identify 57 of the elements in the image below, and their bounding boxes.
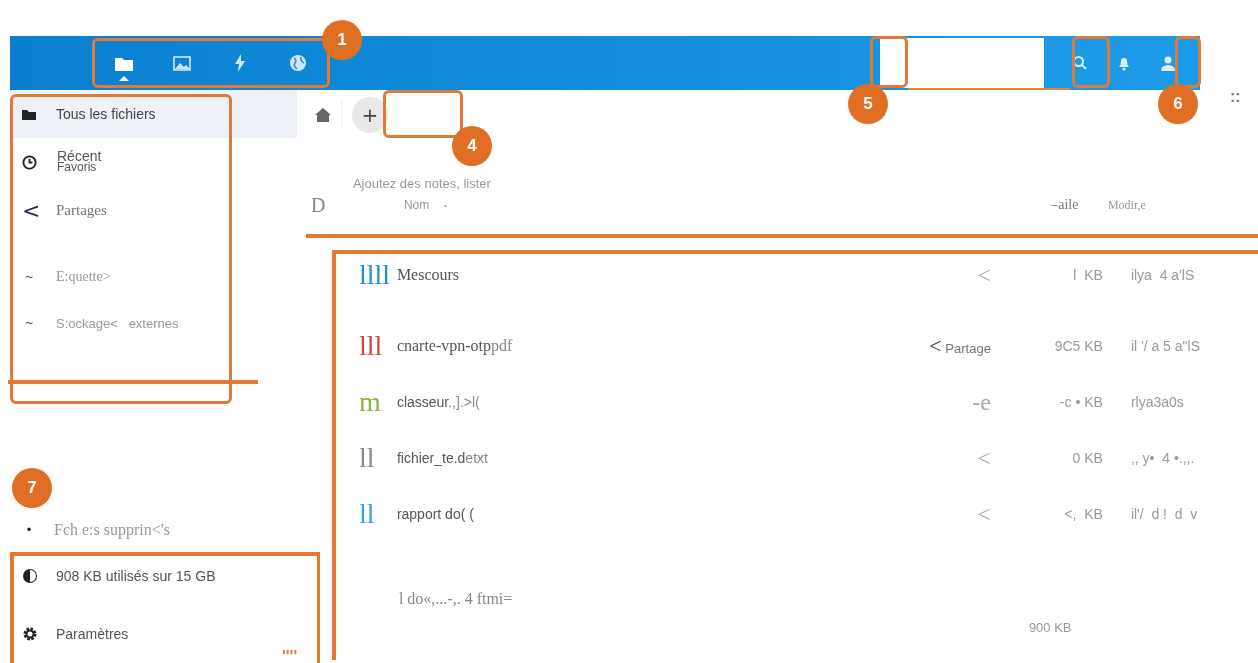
column-header[interactable]: –aile [1021, 197, 1108, 213]
sidebar-item[interactable]: • Fch e:s supprin<'s [10, 513, 170, 547]
file-size: l KB [1072, 267, 1103, 283]
sort-indicator: • [443, 200, 448, 210]
file-size: -c • KB [1058, 394, 1103, 410]
file-icon: lll [358, 331, 397, 361]
highlight-frame [1072, 36, 1110, 88]
notes-hint: Ajoutez des notes, lister [352, 176, 492, 193]
pie-icon [22, 568, 38, 584]
file-name[interactable]: classeur.,].>l( [396, 394, 817, 410]
home-icon[interactable] [314, 108, 331, 122]
file-icon: ll [358, 499, 397, 529]
sidebar-item[interactable]: Tous les fichiers [10, 90, 297, 138]
modified-date: rlya3a0s [1129, 394, 1184, 410]
user-icon[interactable] [1160, 55, 1176, 71]
summary-size: 900 KB [1028, 619, 1072, 635]
callout-badge: 5 [848, 84, 888, 124]
settings-icon [22, 626, 38, 642]
modified-date: il '/ a 5 a"lS [1129, 338, 1200, 354]
sidebar-item[interactable]: ~ E:quette> [10, 254, 297, 300]
file-icon: llll [358, 260, 397, 290]
callout-badge: 7 [12, 468, 52, 508]
search-icon[interactable] [1072, 55, 1088, 71]
sidebar-item[interactable]: ~ S:ockage< externes [10, 300, 297, 346]
lightning-icon [234, 54, 246, 72]
stray-marks: '''' [282, 648, 298, 663]
callout-badge: 1 [322, 20, 362, 60]
search-field[interactable] [880, 38, 1044, 88]
modified-date: ,, y• 4 •.,,. [1129, 450, 1195, 466]
modified-date: il'/ d ! d v [1129, 506, 1198, 522]
sidebar-item[interactable]: 908 KB utilisés sur 15 GB [10, 547, 216, 605]
file-size: 9C5 KB [1053, 338, 1103, 354]
file-icon: m [358, 387, 397, 417]
sidebar-item[interactable]: Récent Favoris [10, 138, 297, 186]
active-indicator [119, 76, 129, 81]
bell-icon[interactable] [1116, 55, 1132, 71]
share-button[interactable]: < Partage [816, 333, 1001, 359]
folder-icon [22, 108, 36, 120]
sidebar-item[interactable]: < Partages [10, 186, 297, 234]
file-size: 0 KB [1071, 450, 1103, 466]
sidebar-item[interactable]: Paramètres [10, 605, 129, 663]
globe-icon [289, 54, 307, 72]
file-name[interactable]: fichier_te.detxt [396, 450, 817, 466]
image-icon [173, 55, 191, 71]
edge-marks: :: [1230, 88, 1241, 106]
file-size: <, KB [1063, 506, 1103, 522]
callout-badge: 4 [452, 126, 492, 166]
file-name[interactable]: Mescours [396, 266, 817, 284]
clock-icon [22, 154, 37, 170]
callout-badge: 6 [1158, 84, 1198, 124]
summary-text: l do«,...-,. 4 ftmi= [398, 590, 514, 608]
file-icon: ll [358, 443, 397, 473]
file-name[interactable]: cnarte-vpn-otppdf [396, 337, 817, 355]
folder-icon [115, 55, 133, 71]
modified-date: ilya 4 a'lS [1129, 267, 1195, 283]
file-name[interactable]: rapport do( ( [396, 506, 817, 522]
column-header[interactable]: D [310, 193, 404, 217]
